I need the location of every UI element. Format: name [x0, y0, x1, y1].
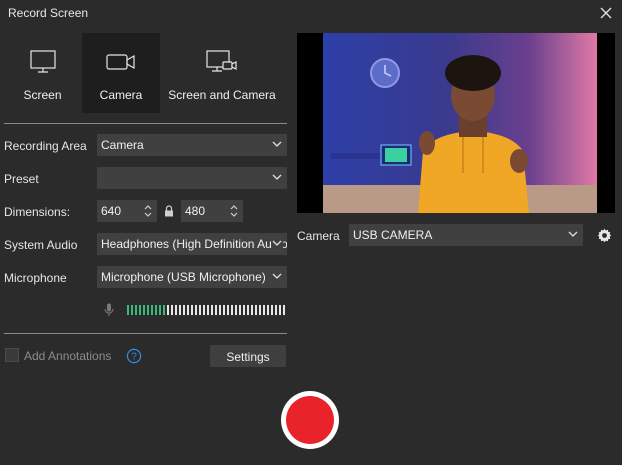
system-audio-label: System Audio: [4, 238, 78, 252]
window-title: Record Screen: [8, 6, 89, 20]
width-input[interactable]: 640: [97, 200, 157, 222]
divider-top: [4, 123, 287, 124]
level-meter-bar: [255, 305, 257, 315]
level-meter-bar: [231, 305, 233, 315]
width-value: 640: [101, 204, 122, 218]
svg-text:?: ?: [131, 352, 137, 363]
system-audio-value: Headphones (High Definition Audio Device…: [101, 237, 287, 251]
microphone-label: Microphone: [4, 271, 67, 285]
level-meter-bar: [187, 305, 189, 315]
tab-camera-label: Camera: [99, 88, 143, 102]
height-input[interactable]: 480: [181, 200, 243, 222]
level-meter-bar: [251, 305, 253, 315]
camera-value: USB CAMERA: [353, 228, 433, 242]
system-audio-dropdown[interactable]: Headphones (High Definition Audio Device…: [97, 233, 287, 255]
camera-label: Camera: [297, 229, 340, 243]
level-meter-bar: [163, 305, 165, 315]
tab-camera[interactable]: Camera: [82, 33, 160, 113]
level-meter-bar: [227, 305, 229, 315]
chevron-down-icon: [271, 237, 283, 249]
level-meter-bar: [247, 305, 249, 315]
record-icon: [286, 396, 334, 444]
chevron-down-icon: [272, 273, 282, 279]
level-meter-bar: [131, 305, 133, 315]
level-meter-bar: [191, 305, 193, 315]
recording-area-value: Camera: [101, 138, 144, 152]
tab-screen-and-camera[interactable]: Screen and Camera: [162, 33, 282, 113]
level-meter-bar: [195, 305, 197, 315]
preset-dropdown[interactable]: [97, 167, 287, 189]
preset-label: Preset: [4, 172, 39, 186]
add-annotations-label: Add Annotations: [24, 349, 112, 363]
level-meter-bar: [167, 305, 169, 315]
level-meter-bar: [135, 305, 137, 315]
chevron-down-icon: [272, 141, 282, 147]
level-meter-bar: [279, 305, 281, 315]
level-meter-bar: [259, 305, 261, 315]
level-meter-bar: [223, 305, 225, 315]
level-meter-bar: [143, 305, 145, 315]
level-meter-bar: [239, 305, 241, 315]
level-meter-bar: [159, 305, 161, 315]
video-camera-icon: [106, 54, 135, 70]
microphone-level-meter: [127, 305, 287, 315]
microphone-icon: [104, 303, 114, 316]
gear-icon[interactable]: [597, 228, 612, 243]
divider-bottom: [4, 333, 287, 334]
tab-screen-and-camera-label: Screen and Camera: [168, 88, 276, 102]
level-meter-bar: [127, 305, 129, 315]
microphone-dropdown[interactable]: Microphone (USB Microphone): [97, 266, 287, 288]
chevron-down-icon: [568, 231, 578, 237]
settings-button[interactable]: Settings: [210, 345, 286, 367]
title-bar: Record Screen: [0, 0, 622, 28]
spin-arrows-icon[interactable]: [143, 203, 153, 219]
level-meter-bar: [275, 305, 277, 315]
chevron-down-icon: [272, 174, 282, 180]
recording-area-label: Recording Area: [4, 139, 87, 153]
level-meter-bar: [283, 305, 285, 315]
record-button[interactable]: [281, 391, 339, 449]
camera-dropdown[interactable]: USB CAMERA: [349, 224, 583, 246]
level-meter-bar: [175, 305, 177, 315]
level-meter-bar: [219, 305, 221, 315]
level-meter-bar: [147, 305, 149, 315]
level-meter-bar: [183, 305, 185, 315]
camera-preview: [297, 33, 615, 213]
help-circle-icon[interactable]: ?: [126, 348, 142, 364]
close-icon[interactable]: [598, 5, 614, 21]
add-annotations-checkbox[interactable]: [5, 348, 19, 362]
dimensions-label: Dimensions:: [4, 205, 71, 219]
level-meter-bar: [235, 305, 237, 315]
level-meter-bar: [271, 305, 273, 315]
tab-screen[interactable]: Screen: [4, 33, 81, 113]
level-meter-bar: [199, 305, 201, 315]
tab-screen-label: Screen: [23, 88, 62, 102]
height-value: 480: [185, 204, 206, 218]
monitor-camera-icon: [206, 50, 237, 72]
level-meter-bar: [179, 305, 181, 315]
level-meter-bar: [211, 305, 213, 315]
level-meter-bar: [155, 305, 157, 315]
level-meter-bar: [263, 305, 265, 315]
level-meter-bar: [151, 305, 153, 315]
lock-icon[interactable]: [164, 205, 174, 217]
camera-preview-image: [323, 33, 597, 213]
level-meter-bar: [215, 305, 217, 315]
monitor-icon: [29, 50, 56, 73]
level-meter-bar: [171, 305, 173, 315]
recording-area-dropdown[interactable]: Camera: [97, 134, 287, 156]
level-meter-bar: [243, 305, 245, 315]
level-meter-bar: [203, 305, 205, 315]
level-meter-bar: [207, 305, 209, 315]
microphone-value: Microphone (USB Microphone): [101, 270, 266, 284]
level-meter-bar: [267, 305, 269, 315]
spin-arrows-icon[interactable]: [229, 203, 239, 219]
level-meter-bar: [139, 305, 141, 315]
